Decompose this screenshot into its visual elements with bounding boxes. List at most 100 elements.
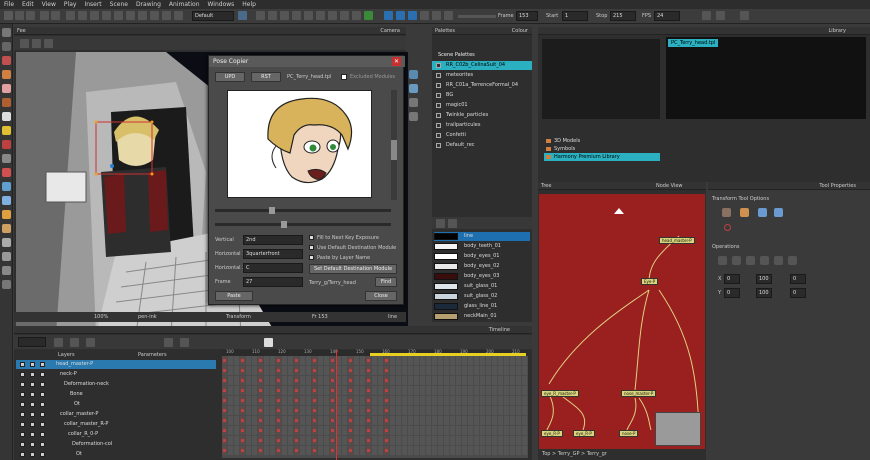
exposure-cell[interactable] (402, 386, 407, 395)
exposure-cell[interactable] (432, 396, 437, 405)
tool-c-icon[interactable] (740, 11, 749, 20)
exposure-cell[interactable] (426, 396, 431, 405)
opt3-checkbox[interactable] (309, 255, 314, 260)
exposure-cell[interactable] (270, 426, 275, 435)
exposure-cell[interactable] (516, 436, 521, 445)
menu-item-5[interactable]: Scene (110, 1, 128, 8)
exposure-cell[interactable] (498, 396, 503, 405)
exposure-cell[interactable] (372, 356, 377, 365)
exposure-cell[interactable] (234, 356, 239, 365)
pivot-icon[interactable] (174, 11, 183, 20)
rotate-view-button-icon[interactable] (32, 39, 41, 48)
layer-row[interactable]: Deformation-col (16, 440, 216, 449)
node-0[interactable]: head_master-P (659, 237, 695, 244)
exposure-cell[interactable] (456, 396, 461, 405)
exposure-cell[interactable] (324, 446, 329, 455)
pivot-mode-icon[interactable] (774, 208, 783, 217)
exposure-cell[interactable] (402, 416, 407, 425)
exposure-cell[interactable] (384, 406, 389, 415)
exposure-cell[interactable] (234, 426, 239, 435)
exposure-cell[interactable] (276, 396, 281, 405)
shape-tool-icon[interactable] (2, 126, 11, 135)
exposure-cell[interactable] (468, 436, 473, 445)
exposure-cell[interactable] (426, 356, 431, 365)
loop-icon[interactable] (420, 11, 429, 20)
exposure-cell[interactable] (492, 396, 497, 405)
exposure-cell[interactable] (240, 446, 245, 455)
exposure-cell[interactable] (330, 406, 335, 415)
remove-swatch-icon[interactable] (448, 219, 457, 228)
exposure-cell[interactable] (408, 416, 413, 425)
layer-toggle[interactable] (30, 392, 35, 397)
exposure-cell[interactable] (252, 366, 257, 375)
exposure-cell[interactable] (510, 396, 515, 405)
workspace-select[interactable]: Default (192, 11, 234, 21)
bone-icon[interactable] (340, 11, 349, 20)
exposure-cell[interactable] (438, 426, 443, 435)
menu-item-3[interactable]: Play (64, 1, 77, 8)
exposure-cell[interactable] (300, 416, 305, 425)
exposure-cell[interactable] (342, 426, 347, 435)
exposure-cell[interactable] (516, 416, 521, 425)
swatch-row[interactable]: body_eyes_02 (434, 262, 530, 271)
exposure-cell[interactable] (270, 396, 275, 405)
exposure-cell[interactable] (342, 446, 347, 455)
exposure-cell[interactable] (228, 356, 233, 365)
exposure-cell[interactable] (222, 396, 227, 405)
swatch-color[interactable] (434, 243, 458, 250)
exposure-cell[interactable] (438, 366, 443, 375)
swatch-color[interactable] (434, 263, 458, 270)
exposure-cell[interactable] (240, 406, 245, 415)
exposure-cell[interactable] (390, 446, 395, 455)
workspace-save-icon[interactable] (238, 11, 247, 20)
exposure-cell[interactable] (474, 416, 479, 425)
open-icon[interactable] (15, 11, 24, 20)
exposure-cell[interactable] (288, 426, 293, 435)
exposure-cell[interactable] (252, 356, 257, 365)
exposure-cell[interactable] (432, 406, 437, 415)
side-icon-1[interactable] (409, 70, 418, 79)
exposure-cell[interactable] (462, 366, 467, 375)
exposure-cell[interactable] (312, 356, 317, 365)
exposure-cell[interactable] (330, 396, 335, 405)
exposure-cell[interactable] (420, 376, 425, 385)
exposure-cell[interactable] (330, 376, 335, 385)
exposure-cell[interactable] (408, 436, 413, 445)
exposure-cell[interactable] (366, 416, 371, 425)
exposure-cell[interactable] (498, 436, 503, 445)
exposure-cell[interactable] (318, 366, 323, 375)
exposure-cell[interactable] (342, 356, 347, 365)
exposure-cell[interactable] (264, 416, 269, 425)
exposure-cell[interactable] (492, 426, 497, 435)
exposure-cell[interactable] (330, 436, 335, 445)
exposure-cell[interactable] (348, 426, 353, 435)
exposure-cell[interactable] (246, 356, 251, 365)
dimension-icon[interactable] (328, 11, 337, 20)
exposure-cell[interactable] (300, 446, 305, 455)
exposure-cell[interactable] (462, 356, 467, 365)
y-field[interactable]: 0 (724, 288, 740, 298)
hand-tool-icon[interactable] (2, 196, 11, 205)
exposure-cell[interactable] (492, 446, 497, 455)
exposure-cell[interactable] (504, 426, 509, 435)
rigging-tool-icon[interactable] (2, 224, 11, 233)
exposure-cell[interactable] (522, 416, 527, 425)
node-navigator[interactable] (655, 412, 701, 446)
exposure-cell[interactable] (378, 426, 383, 435)
exposure-cell[interactable] (432, 356, 437, 365)
exposure-cell[interactable] (258, 356, 263, 365)
opt2-checkbox[interactable] (309, 245, 314, 250)
exposure-cell[interactable] (246, 436, 251, 445)
exposure-cell[interactable] (450, 376, 455, 385)
exposure-cell[interactable] (240, 396, 245, 405)
transform-tool-icon[interactable] (2, 210, 11, 219)
layer-toggle[interactable] (30, 382, 35, 387)
exposure-cell[interactable] (366, 386, 371, 395)
bone-selection-icon[interactable] (740, 208, 749, 217)
layer-row[interactable]: Ot (16, 400, 216, 409)
exposure-cell[interactable] (324, 356, 329, 365)
exposure-cell[interactable] (444, 446, 449, 455)
exposure-cell[interactable] (396, 396, 401, 405)
flip-h-icon[interactable] (718, 256, 727, 265)
palette-checkbox[interactable] (436, 123, 441, 128)
